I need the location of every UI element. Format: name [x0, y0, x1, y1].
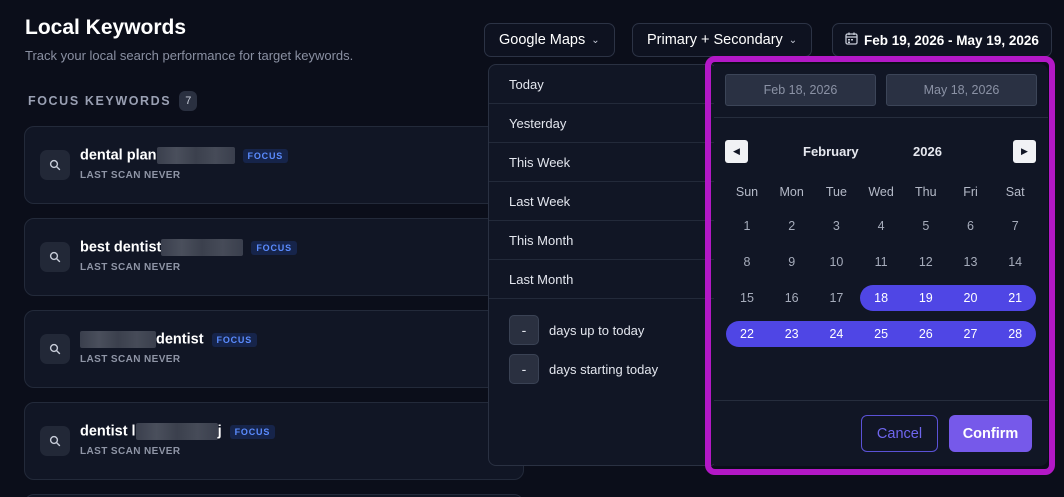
keyword-card[interactable]: dentist lj FOCUS LAST SCAN NEVER [24, 402, 524, 480]
cancel-button[interactable]: Cancel [861, 415, 938, 452]
calendar-day-19[interactable]: 19 [904, 285, 948, 311]
calendar-day-17[interactable]: 17 [814, 285, 858, 311]
start-date-input[interactable]: Feb 18, 2026 [725, 74, 876, 106]
calendar-day-13[interactable]: 13 [949, 249, 993, 275]
days-up-to-today-input[interactable]: - [509, 315, 539, 345]
calendar-day-8[interactable]: 8 [725, 249, 769, 275]
source-dropdown-label: Google Maps [499, 32, 586, 48]
calendar-day-25[interactable]: 25 [859, 321, 903, 347]
end-date-input[interactable]: May 18, 2026 [886, 74, 1037, 106]
calendar-day-21[interactable]: 21 [993, 285, 1037, 311]
calendar-day-18[interactable]: 18 [859, 285, 903, 311]
calendar-day-7[interactable]: 7 [993, 213, 1037, 239]
keyword-card[interactable]: best dentist FOCUS LAST SCAN NEVER [24, 218, 524, 296]
days-up-to-today-row: - days up to today [509, 315, 644, 345]
search-icon [40, 242, 70, 272]
calendar-day-26[interactable]: 26 [904, 321, 948, 347]
focus-badge: FOCUS [251, 240, 297, 255]
preset-today[interactable]: Today [489, 65, 717, 104]
weekday-tue: Tue [825, 185, 847, 199]
last-scan-status: LAST SCAN NEVER [80, 354, 181, 365]
date-range-button[interactable]: Feb 19, 2026 - May 19, 2026 [832, 23, 1052, 57]
confirm-button[interactable]: Confirm [949, 415, 1032, 452]
weekday-wed: Wed [868, 185, 894, 199]
calendar-day-27[interactable]: 27 [949, 321, 993, 347]
last-scan-status: LAST SCAN NEVER [80, 262, 181, 273]
days-starting-today-input[interactable]: - [509, 354, 539, 384]
page-subtitle: Track your local search performance for … [25, 48, 354, 63]
page-title: Local Keywords [25, 16, 187, 39]
calendar-day-16[interactable]: 16 [770, 285, 814, 311]
preset-yesterday[interactable]: Yesterday [489, 104, 717, 143]
search-icon [40, 334, 70, 364]
days-starting-today-label: days starting today [549, 361, 659, 377]
calendar-panel: Feb 18, 2026 May 18, 2026 ◀ February 202… [714, 64, 1048, 466]
focus-keywords-count: 7 [179, 91, 198, 111]
keyword-card[interactable]: dentist FOCUS LAST SCAN NEVER [24, 310, 524, 388]
calendar-day-24[interactable]: 24 [814, 321, 858, 347]
prev-month-button[interactable]: ◀ [725, 140, 748, 163]
weekday-sun: Sun [735, 185, 759, 199]
calendar-day-1[interactable]: 1 [725, 213, 769, 239]
year-label: 2026 [913, 144, 942, 159]
calendar-day-9[interactable]: 9 [770, 249, 814, 275]
date-presets-panel: Today Yesterday This Week Last Week This… [488, 64, 718, 466]
date-range-label: Feb 19, 2026 - May 19, 2026 [864, 32, 1039, 48]
calendar-day-14[interactable]: 14 [993, 249, 1037, 275]
keyword-name: best dentist FOCUS [80, 239, 297, 256]
focus-keywords-label: FOCUS KEYWORDS [28, 94, 172, 108]
divider [714, 117, 1048, 118]
weekday-sat: Sat [1005, 185, 1025, 199]
calendar-day-11[interactable]: 11 [859, 249, 903, 275]
keyword-name: dentist FOCUS [80, 331, 258, 348]
weekday-thu: Thu [915, 185, 937, 199]
last-scan-status: LAST SCAN NEVER [80, 170, 181, 181]
calendar-day-5[interactable]: 5 [904, 213, 948, 239]
calendar-day-15[interactable]: 15 [725, 285, 769, 311]
calendar-day-28[interactable]: 28 [993, 321, 1037, 347]
days-up-to-today-label: days up to today [549, 322, 645, 338]
chevron-down-icon: ⌄ [591, 34, 600, 46]
focus-badge: FOCUS [229, 424, 276, 439]
keyword-card[interactable]: dental plan FOCUS LAST SCAN NEVER [24, 126, 524, 204]
source-dropdown[interactable]: Google Maps ⌄ [484, 23, 615, 57]
chevron-down-icon: ⌄ [788, 34, 798, 46]
preset-this-week[interactable]: This Week [489, 143, 717, 182]
keyword-name: dental plan FOCUS [80, 147, 289, 164]
preset-last-week[interactable]: Last Week [489, 182, 717, 221]
focus-keywords-header: FOCUS KEYWORDS 7 [28, 91, 198, 111]
search-icon [40, 150, 70, 180]
calendar-day-4[interactable]: 4 [859, 213, 903, 239]
last-scan-status: LAST SCAN NEVER [80, 446, 181, 457]
calendar-icon [845, 32, 858, 48]
keyword-name: dentist lj FOCUS [80, 423, 276, 440]
calendar-day-23[interactable]: 23 [770, 321, 814, 347]
calendar-day-20[interactable]: 20 [949, 285, 993, 311]
focus-badge: FOCUS [211, 332, 258, 347]
calendar-day-2[interactable]: 2 [770, 213, 814, 239]
weekday-mon: Mon [779, 185, 804, 199]
keyword-type-label: Primary + Secondary [647, 32, 783, 48]
preset-last-month[interactable]: Last Month [489, 260, 717, 299]
focus-badge: FOCUS [242, 148, 289, 163]
days-starting-today-row: - days starting today [509, 354, 658, 384]
keyword-type-dropdown[interactable]: Primary + Secondary ⌄ [632, 23, 813, 57]
weekday-fri: Fri [963, 185, 978, 199]
calendar-day-10[interactable]: 10 [814, 249, 858, 275]
divider [714, 400, 1048, 401]
calendar-day-12[interactable]: 12 [904, 249, 948, 275]
calendar-day-22[interactable]: 22 [725, 321, 769, 347]
calendar-day-3[interactable]: 3 [814, 213, 858, 239]
preset-this-month[interactable]: This Month [489, 221, 717, 260]
calendar-day-6[interactable]: 6 [949, 213, 993, 239]
month-label: February [803, 144, 859, 159]
next-month-button[interactable]: ▶ [1013, 140, 1036, 163]
search-icon [40, 426, 70, 456]
